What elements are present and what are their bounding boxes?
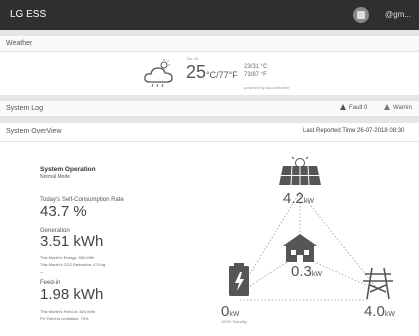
ess-app: LG ESS @gm... Weather Dx. HL 25°C/77°F 2… [0, 0, 419, 336]
weather-provider: powered by AccuWeather [244, 85, 290, 90]
temp-range-f: 73/87 °F [244, 72, 267, 78]
pv-limit: PV Feed-in Limitation: 70% [40, 316, 89, 321]
self-consumption-value: 43.7 % [40, 203, 87, 220]
battery-icon [229, 263, 249, 296]
user-account[interactable]: @gm... [385, 10, 411, 19]
month-energy: This Month's Energy: 550 kWh [40, 255, 95, 260]
operation-mode: Normal Mode [40, 174, 71, 180]
weather-date: Dx. HL [187, 56, 200, 61]
temp-range-c: 23/31 °C [244, 64, 268, 70]
fault-count[interactable]: Fault 0 [340, 104, 367, 111]
weather-title: Weather [6, 40, 33, 47]
feedin-value: 1.98 kWh [40, 286, 104, 303]
app-title: LG ESS [10, 9, 47, 20]
system-log-title: System Log [6, 105, 43, 112]
building-icon[interactable] [353, 7, 369, 23]
last-reported-time: Last Reported Time 26-07-2018 08:30 [303, 128, 405, 134]
overview-title: System OverView [6, 128, 62, 135]
home-power: 0.3kW [291, 263, 322, 280]
grid-power: 4.0kW [364, 303, 395, 320]
battery-status: 100% Standby [221, 319, 248, 324]
month-co2: This Month's CO2 Reduction: 474 kg [40, 262, 106, 267]
fault-icon [340, 104, 346, 110]
pv-power: 4.2kW [283, 190, 314, 207]
weather-header: Weather [0, 36, 419, 52]
warning-icon [384, 104, 390, 110]
warning-count[interactable]: Warnin [384, 104, 412, 111]
operation-label: System Operation [40, 166, 96, 173]
current-temperature: 25°C/77°F [186, 62, 238, 82]
month-feedin: This Month's Feed-in: 824 kWh [40, 309, 96, 314]
top-bar: LG ESS @gm... [0, 0, 419, 30]
partly-cloudy-icon [144, 59, 173, 88]
temperature-range: 23/31 °C 73/87 °F [244, 63, 267, 79]
battery-power: 0kW [221, 303, 240, 320]
separator-dash: – [40, 270, 44, 276]
generation-value: 3.51 kWh [40, 233, 104, 250]
